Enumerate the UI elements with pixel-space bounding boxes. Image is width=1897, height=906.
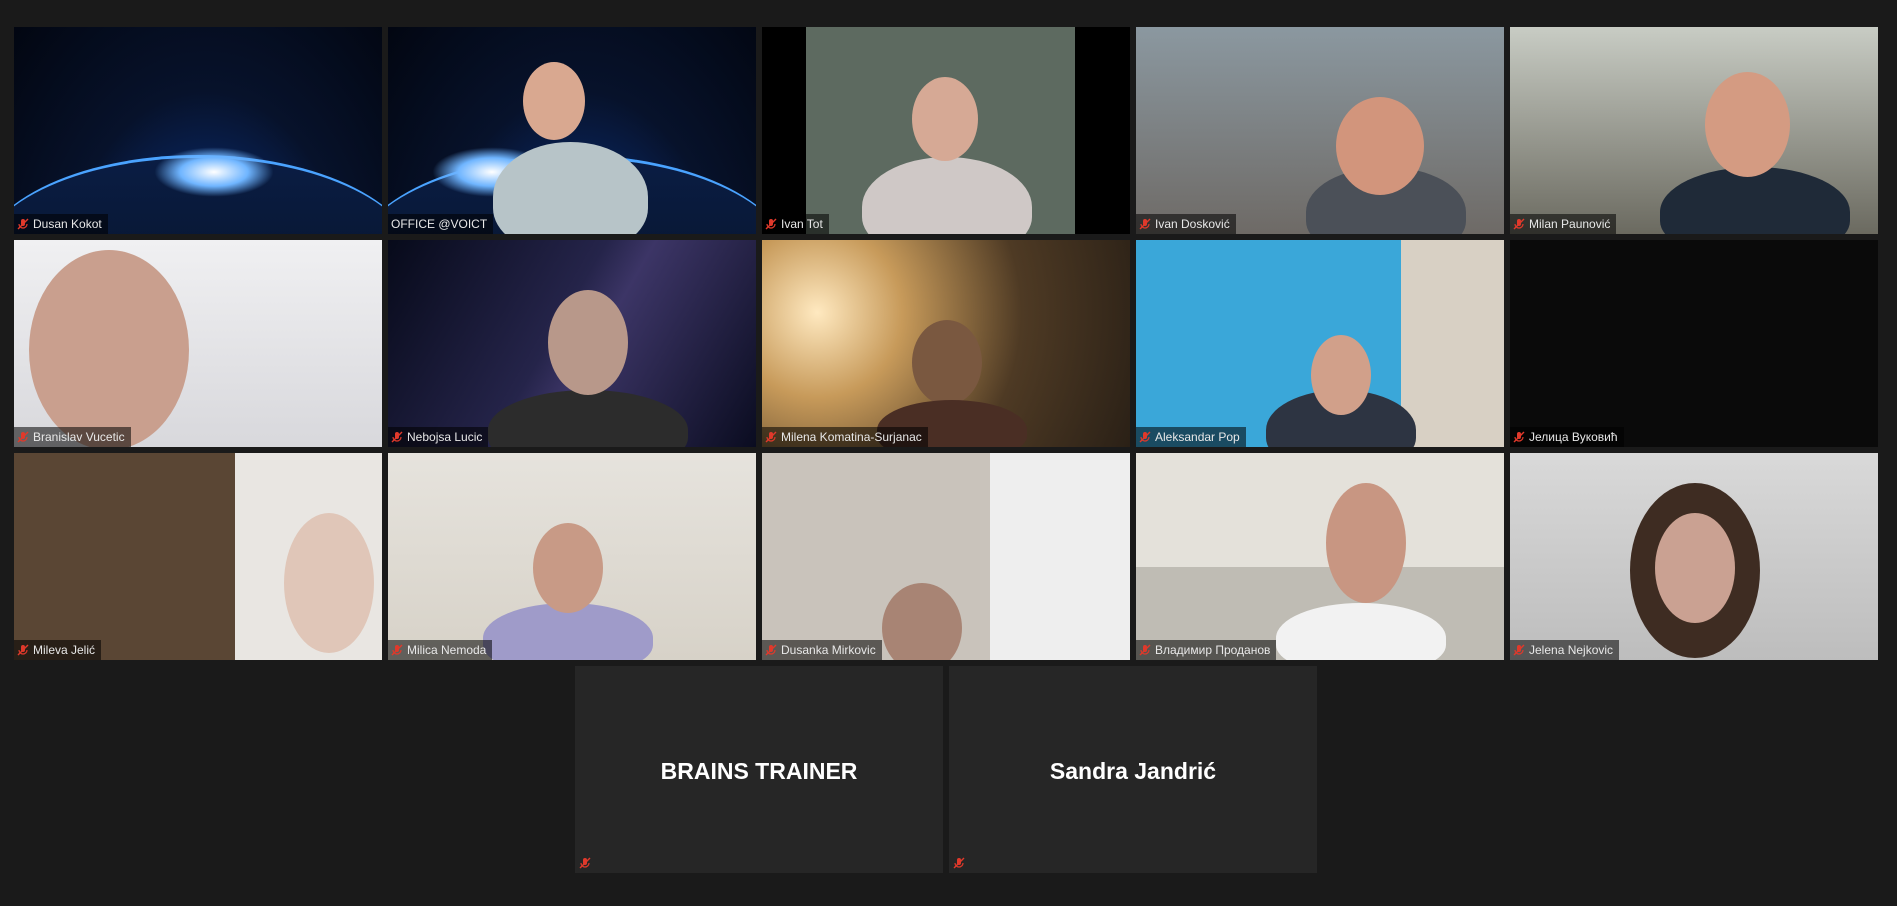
microphone-muted-icon (391, 644, 403, 656)
no-video-tile[interactable]: BRAINS TRAINER (575, 666, 943, 873)
participant-name: Јелица Вуковић (1529, 430, 1618, 444)
participant-display-name: BRAINS TRAINER (660, 758, 858, 784)
participant-display-name: Sandra Jandrić (1049, 758, 1217, 784)
participant-name: Aleksandar Pop (1155, 430, 1240, 444)
participant-name-bar: Jelena Nejkovic (1510, 640, 1620, 660)
participant-name: Владимир Проданов (1155, 643, 1271, 657)
participant-name-bar: OFFICE @VOICT (388, 214, 494, 234)
participant-video (388, 27, 756, 234)
participant-name: Branislav Vucetic (33, 430, 125, 444)
microphone-muted-icon (391, 431, 403, 443)
microphone-muted-icon (1513, 644, 1525, 656)
microphone-muted-icon (1139, 644, 1151, 656)
participant-name-bar: Dusanka Mirkovic (762, 640, 882, 660)
video-tile[interactable]: Milica Nemoda (388, 453, 756, 660)
participant-name: Milan Paunović (1529, 217, 1611, 231)
participant-video (388, 453, 756, 660)
participant-name-bar: Dusan Kokot (14, 214, 108, 234)
video-tile[interactable]: Branislav Vucetic (14, 240, 382, 447)
microphone-muted-icon (765, 644, 777, 656)
video-tile[interactable]: Milan Paunović (1510, 27, 1878, 234)
video-tile[interactable]: Dusan Kokot (14, 27, 382, 234)
video-tile[interactable]: Aleksandar Pop (1136, 240, 1504, 447)
participant-name: OFFICE @VOICT (391, 217, 488, 231)
participant-video (1510, 240, 1878, 447)
participant-name: Dusan Kokot (33, 217, 102, 231)
participant-name-bar: Milica Nemoda (388, 640, 493, 660)
participant-name: Nebojsa Lucic (407, 430, 483, 444)
microphone-muted-icon (1139, 431, 1151, 443)
microphone-muted-icon (953, 857, 965, 869)
no-video-tile[interactable]: Sandra Jandrić (949, 666, 1317, 873)
microphone-muted-icon (17, 431, 29, 443)
video-tile[interactable]: Dusanka Mirkovic (762, 453, 1130, 660)
participant-name-bar: Nebojsa Lucic (388, 427, 489, 447)
microphone-muted-icon (17, 644, 29, 656)
participant-name-bar: Јелица Вуковић (1510, 427, 1624, 447)
participant-name-bar: Milena Komatina-Surjanac (762, 427, 928, 447)
participant-video (14, 453, 382, 660)
participant-video (14, 240, 382, 447)
participant-name: Jelena Nejkovic (1529, 643, 1614, 657)
participant-name: Mileva Jelić (33, 643, 96, 657)
participant-video (1510, 453, 1878, 660)
video-tile[interactable]: Јелица Вуковић (1510, 240, 1878, 447)
microphone-muted-icon (1513, 431, 1525, 443)
participant-video (762, 27, 1130, 234)
microphone-muted-icon (765, 431, 777, 443)
microphone-muted-icon (1139, 218, 1151, 230)
participant-name-bar: Branislav Vucetic (14, 427, 131, 447)
video-tile[interactable]: Mileva Jelić (14, 453, 382, 660)
participant-video (762, 240, 1130, 447)
video-tile[interactable]: Milena Komatina-Surjanac (762, 240, 1130, 447)
video-tile[interactable]: Владимир Проданов (1136, 453, 1504, 660)
video-tile[interactable]: Ivan Tot (762, 27, 1130, 234)
video-tile[interactable]: Jelena Nejkovic (1510, 453, 1878, 660)
participant-name-bar: Владимир Проданов (1136, 640, 1277, 660)
video-tile[interactable]: Ivan Dosković (1136, 27, 1504, 234)
microphone-muted-icon (579, 857, 591, 869)
video-tile-active-speaker[interactable]: OFFICE @VOICT (388, 27, 756, 234)
participant-video (1510, 27, 1878, 234)
participant-video (388, 240, 756, 447)
video-tile[interactable]: Nebojsa Lucic (388, 240, 756, 447)
participant-name: Milena Komatina-Surjanac (781, 430, 922, 444)
participant-video (14, 27, 382, 234)
participant-name-bar: Milan Paunović (1510, 214, 1617, 234)
microphone-muted-icon (1513, 218, 1525, 230)
participant-video (1136, 27, 1504, 234)
participant-name-bar: Aleksandar Pop (1136, 427, 1246, 447)
participant-name: Ivan Dosković (1155, 217, 1230, 231)
participant-video (1136, 453, 1504, 660)
participant-name: Dusanka Mirkovic (781, 643, 876, 657)
participant-name-bar: Ivan Dosković (1136, 214, 1236, 234)
participant-video (762, 453, 1130, 660)
participant-name: Ivan Tot (781, 217, 823, 231)
participant-video (1136, 240, 1504, 447)
participant-name: Milica Nemoda (407, 643, 487, 657)
participant-name-bar: Mileva Jelić (14, 640, 102, 660)
microphone-muted-icon (17, 218, 29, 230)
participant-name-bar: Ivan Tot (762, 214, 829, 234)
microphone-muted-icon (765, 218, 777, 230)
